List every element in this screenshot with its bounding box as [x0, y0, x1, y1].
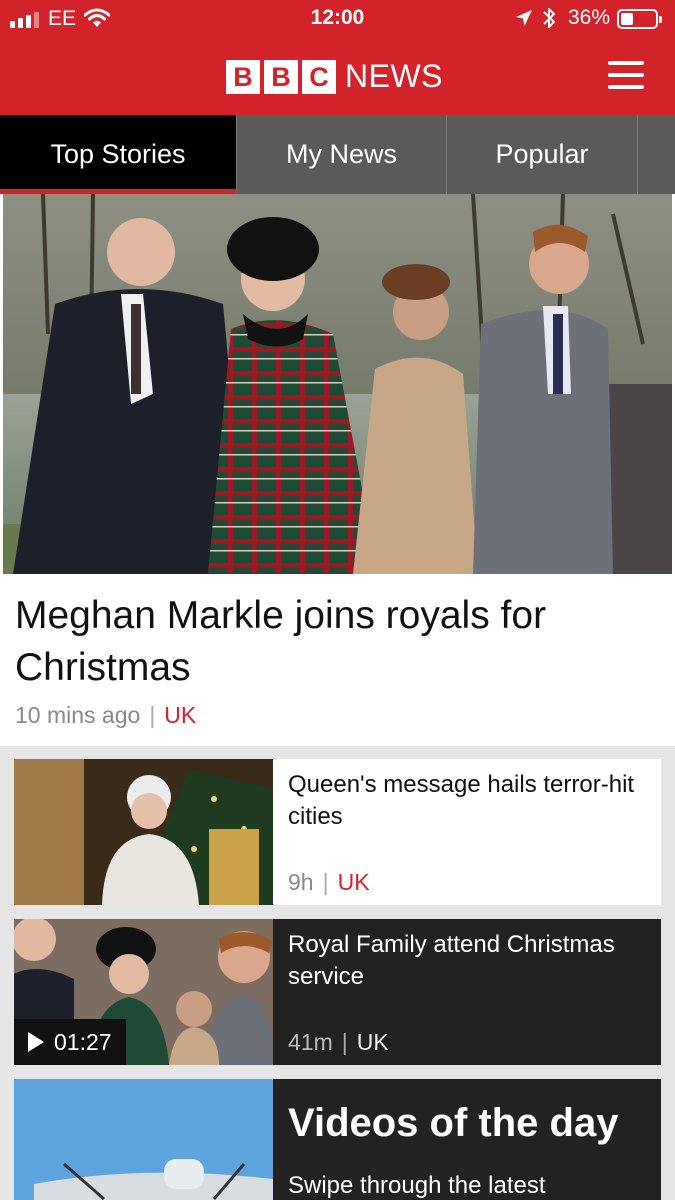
story-headline[interactable]: Royal Family attend Christmas service — [288, 929, 648, 993]
story-thumbnail: 01:27 — [14, 919, 273, 1065]
hero-meta: 10 mins ago | UK — [15, 702, 196, 729]
hero-photo — [3, 194, 672, 574]
story-meta: 41m | UK — [288, 1029, 389, 1056]
feature-thumbnail — [14, 1079, 273, 1200]
hero-story[interactable]: Meghan Markle joins royals for Christmas… — [0, 194, 675, 746]
video-duration-badge[interactable]: 01:27 — [14, 1019, 126, 1065]
story-timestamp: 9h — [288, 869, 314, 895]
meta-divider: | — [322, 869, 329, 895]
location-arrow-icon — [516, 10, 532, 26]
tab-top-stories[interactable]: Top Stories — [0, 115, 237, 194]
story-thumbnail — [14, 759, 273, 905]
battery-icon — [617, 9, 662, 29]
app-header: B B C NEWS — [0, 36, 675, 115]
feature-title[interactable]: Videos of the day — [288, 1101, 618, 1146]
logo-word: NEWS — [345, 58, 443, 94]
story-timestamp: 10 mins ago — [15, 702, 141, 728]
story-timestamp: 41m — [288, 1029, 333, 1055]
video-duration: 01:27 — [54, 1029, 112, 1055]
hero-headline[interactable]: Meghan Markle joins royals for Christmas — [15, 590, 655, 694]
story-card-body: Queen's message hails terror-hit cities … — [273, 759, 661, 905]
story-category[interactable]: UK — [357, 1029, 389, 1055]
logo-letter: C — [302, 59, 336, 94]
story-meta: 9h | UK — [288, 869, 370, 896]
story-category[interactable]: UK — [164, 702, 196, 728]
feature-subtitle: Swipe through the latest — [288, 1172, 546, 1199]
section-tabs: Top Stories My News Popular — [0, 115, 675, 194]
play-icon — [28, 1032, 44, 1052]
battery-percent: 36% — [568, 6, 611, 29]
feature-body: Videos of the day Swipe through the late… — [273, 1079, 661, 1200]
story-card[interactable]: Queen's message hails terror-hit cities … — [14, 759, 661, 905]
status-bar: EE 12:00 36% — [0, 0, 675, 36]
logo-letter: B — [264, 59, 298, 94]
story-card-body: Royal Family attend Christmas service 41… — [273, 919, 661, 1065]
story-headline[interactable]: Queen's message hails terror-hit cities — [288, 769, 648, 833]
story-category[interactable]: UK — [338, 869, 370, 895]
tab-popular[interactable]: Popular — [447, 115, 638, 194]
video-story-card[interactable]: 01:27 Royal Family attend Christmas serv… — [14, 919, 661, 1065]
tab-my-news[interactable]: My News — [237, 115, 447, 194]
meta-divider: | — [149, 702, 156, 728]
videos-of-the-day-card[interactable]: Videos of the day Swipe through the late… — [14, 1079, 661, 1200]
bbc-news-logo[interactable]: B B C NEWS — [226, 58, 443, 95]
meta-divider: | — [341, 1029, 348, 1055]
logo-letter: B — [226, 59, 260, 94]
bluetooth-icon — [543, 8, 555, 28]
hamburger-menu-icon[interactable] — [608, 59, 644, 91]
